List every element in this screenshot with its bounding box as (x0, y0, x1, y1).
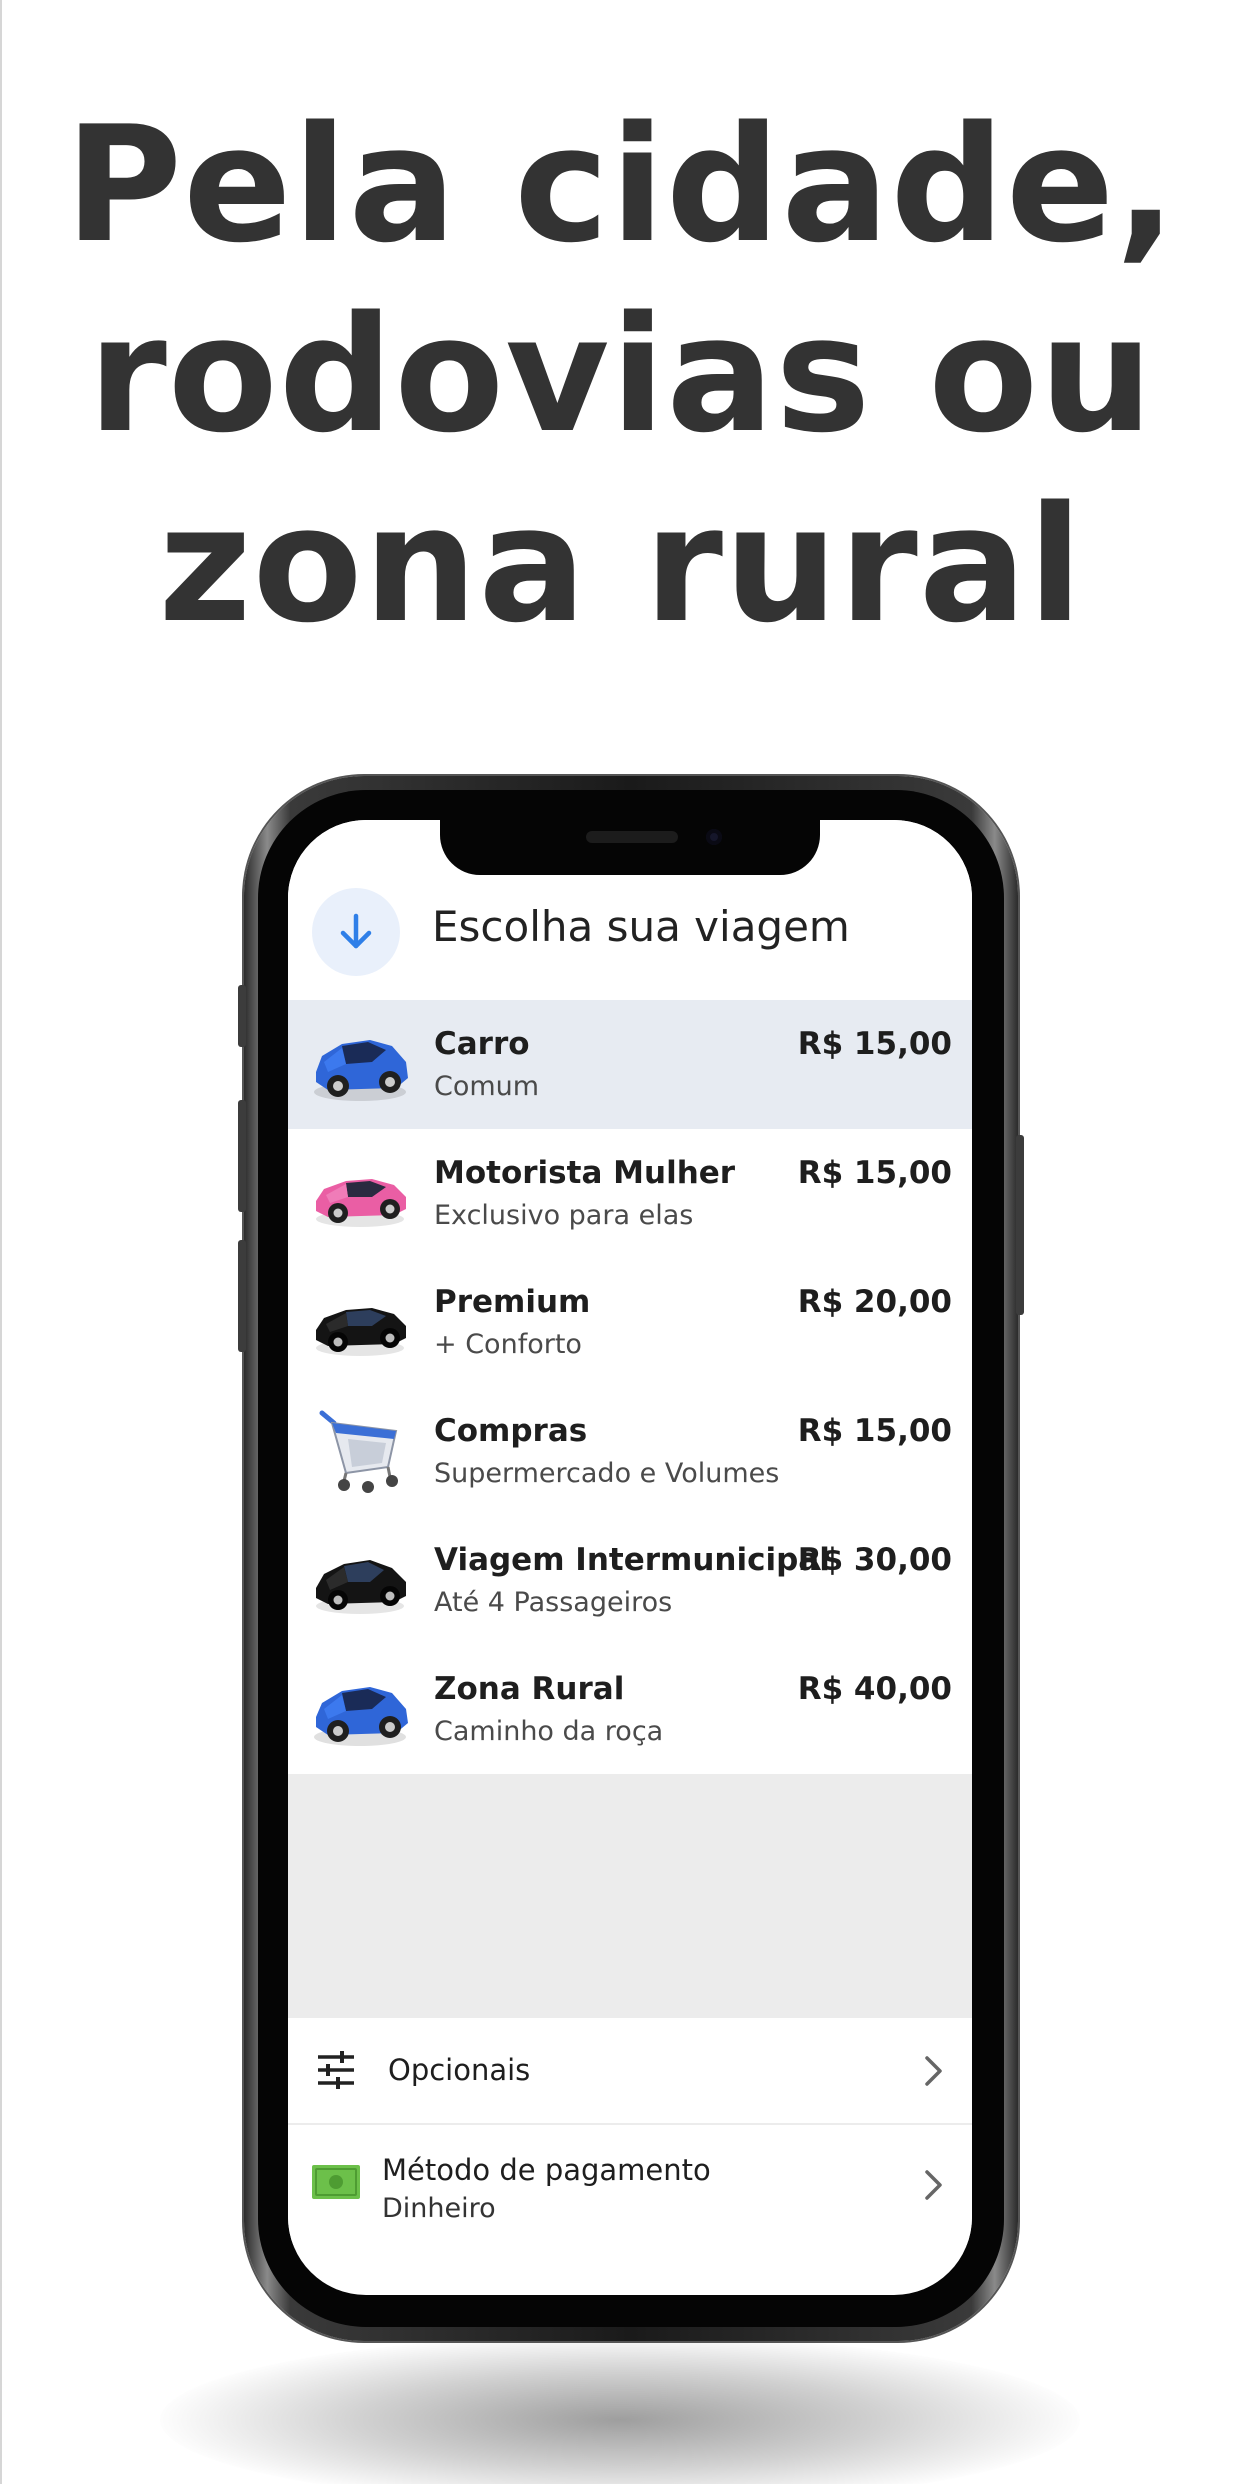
option-subtitle: Supermercado e Volumes (434, 1458, 780, 1489)
option-subtitle: Até 4 Passageiros (434, 1587, 673, 1618)
option-subtitle: + Conforto (434, 1329, 582, 1360)
option-price: R$ 40,00 (797, 1671, 952, 1707)
option-price: R$ 15,00 (797, 1026, 952, 1062)
blue-car-icon (314, 1040, 408, 1101)
ride-options-list: Carro Comum R$ 15,00 Motorista Mulher Ex… (288, 1000, 972, 1774)
headline-line-2: rodovias ou (87, 281, 1155, 468)
option-price: R$ 30,00 (797, 1542, 952, 1578)
ride-option-compras[interactable]: Compras Supermercado e Volumes R$ 15,00 (288, 1387, 972, 1516)
optionals-row[interactable]: Opcionais (288, 2018, 972, 2123)
phone-screen: Escolha sua viagem Carro Comum R$ 15,00 (288, 820, 972, 2295)
payment-method-value: Dinheiro (382, 2193, 496, 2224)
option-name: Viagem Intermunicipal (434, 1542, 830, 1578)
option-name: Motorista Mulher (434, 1155, 736, 1191)
phone-notch (440, 815, 820, 875)
option-price: R$ 15,00 (797, 1413, 952, 1449)
ride-option-carro[interactable]: Carro Comum R$ 15,00 (288, 1000, 972, 1129)
volume-down-button (238, 1240, 246, 1352)
ride-option-motorista-mulher[interactable]: Motorista Mulher Exclusivo para elas R$ … (288, 1129, 972, 1258)
headline-line-1: Pela cidade, (64, 91, 1178, 278)
arrow-down-icon (340, 913, 372, 949)
cash-icon (312, 2165, 360, 2199)
option-subtitle: Caminho da roça (434, 1716, 664, 1747)
ride-option-viagem-intermunicipal[interactable]: Viagem Intermunicipal Até 4 Passageiros … (288, 1516, 972, 1645)
power-button (1016, 1135, 1024, 1315)
option-name: Carro (434, 1026, 530, 1062)
empty-area (288, 1774, 972, 2018)
black-car-icon (316, 1308, 406, 1356)
option-price: R$ 15,00 (797, 1155, 952, 1191)
app-store-screenshot: Pela cidade, rodovias ou zona rural Esco… (0, 0, 1242, 2484)
blue-car-icon (314, 1687, 408, 1746)
option-subtitle: Comum (434, 1071, 540, 1102)
black-car-icon (316, 1560, 406, 1614)
option-price: R$ 20,00 (797, 1284, 952, 1320)
volume-up-button (238, 1100, 246, 1212)
page-title: Escolha sua viagem (432, 902, 850, 951)
shopping-cart-icon (319, 1410, 398, 1493)
collapse-button[interactable] (312, 888, 400, 976)
phone-shadow (160, 2335, 1080, 2484)
optionals-label: Opcionais (388, 2053, 531, 2087)
option-subtitle: Exclusivo para elas (434, 1200, 694, 1231)
option-name: Zona Rural (434, 1671, 625, 1707)
ride-option-zona-rural[interactable]: Zona Rural Caminho da roça R$ 40,00 (288, 1645, 972, 1774)
sliders-icon (318, 2051, 354, 2089)
payment-method-label: Método de pagamento (382, 2153, 711, 2187)
chevron-right-icon (925, 2056, 942, 2086)
earpiece-speaker (586, 831, 678, 843)
payment-method-row[interactable]: Método de pagamento Dinheiro (288, 2125, 972, 2245)
headline-line-3: zona rural (158, 471, 1084, 658)
chevron-right-icon (925, 2170, 942, 2200)
mute-switch (238, 985, 246, 1047)
headline: Pela cidade, rodovias ou zona rural (0, 90, 1242, 660)
front-camera (706, 829, 722, 845)
pink-car-icon (316, 1179, 406, 1227)
option-name: Premium (434, 1284, 591, 1320)
option-name: Compras (434, 1413, 588, 1449)
ride-option-premium[interactable]: Premium + Conforto R$ 20,00 (288, 1258, 972, 1387)
